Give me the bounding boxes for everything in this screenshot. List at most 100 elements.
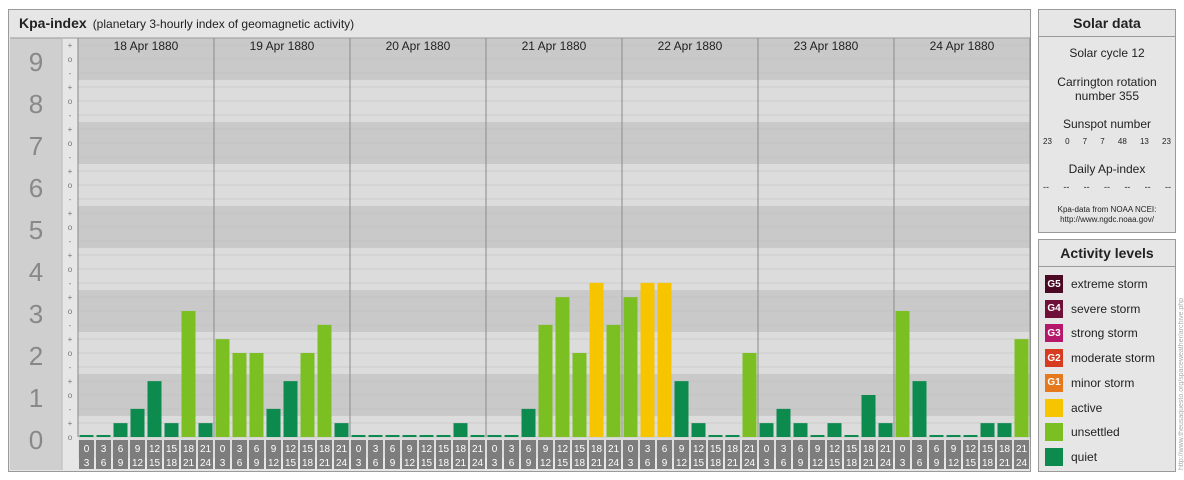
interval-start-label: 15 xyxy=(846,444,858,455)
ap-value: -- xyxy=(1063,182,1070,192)
interval-start-label: 0 xyxy=(356,444,362,455)
interval-start-label: 12 xyxy=(421,444,433,455)
kp-bar xyxy=(759,423,774,437)
interval-end-label: 3 xyxy=(356,458,362,469)
interval-end-label: 21 xyxy=(455,458,467,469)
credit-text: http://www.theusaquesto.org/spaceweather… xyxy=(1178,298,1184,470)
kp-bar xyxy=(266,408,281,437)
activity-swatch xyxy=(1045,398,1063,417)
interval-end-label: 15 xyxy=(965,458,977,469)
kp-bar xyxy=(827,423,842,437)
interval-start-label: 18 xyxy=(999,444,1011,455)
kp-bar xyxy=(317,324,332,437)
sunspot-label: Sunspot number xyxy=(1062,117,1152,131)
interval-start-label: 0 xyxy=(900,444,906,455)
activity-label: minor storm xyxy=(1071,375,1135,390)
minor-tick-mark: o xyxy=(68,181,73,190)
kp-bar xyxy=(912,381,927,437)
kp-bar xyxy=(232,353,247,437)
ap-value: -- xyxy=(1103,182,1110,192)
minor-tick-mark: o xyxy=(68,55,73,64)
kp-bar xyxy=(963,435,978,437)
interval-start-label: 9 xyxy=(815,444,821,455)
kp-bar xyxy=(674,381,689,437)
minor-tick-mark: - xyxy=(69,111,72,120)
interval-start-label: 0 xyxy=(492,444,498,455)
interval-end-label: 12 xyxy=(268,458,280,469)
interval-start-label: 9 xyxy=(951,444,957,455)
interval-end-label: 21 xyxy=(863,458,875,469)
activity-level-active: active xyxy=(1045,398,1102,418)
y-tick-label: 6 xyxy=(29,173,43,203)
interval-start-label: 6 xyxy=(662,444,668,455)
kp-bar xyxy=(861,395,876,437)
sunspot-value: 0 xyxy=(1065,137,1070,146)
interval-end-label: 6 xyxy=(101,458,107,469)
interval-start-label: 9 xyxy=(679,444,685,455)
interval-start-label: 15 xyxy=(166,444,178,455)
activity-level-extreme-storm: G5 extreme storm xyxy=(1045,274,1148,294)
kp-bar xyxy=(164,423,179,437)
kp-bar xyxy=(300,353,315,437)
interval-end-label: 6 xyxy=(645,458,651,469)
interval-start-label: 21 xyxy=(880,444,892,455)
kp-bar xyxy=(402,435,417,437)
kp-bar xyxy=(555,297,570,437)
minor-tick-mark: + xyxy=(68,377,73,386)
kp-bar xyxy=(980,423,995,437)
interval-end-label: 15 xyxy=(285,458,297,469)
kp-bar xyxy=(453,423,468,437)
kp-bar xyxy=(708,435,723,437)
interval-end-label: 12 xyxy=(676,458,688,469)
interval-end-label: 9 xyxy=(798,458,804,469)
interval-end-label: 15 xyxy=(829,458,841,469)
activity-level-quiet: quiet xyxy=(1045,447,1097,467)
day-label: 21 Apr 1880 xyxy=(522,39,587,53)
y-tick-label: 0 xyxy=(29,425,43,455)
interval-end-label: 12 xyxy=(812,458,824,469)
kp-bar xyxy=(878,423,893,437)
interval-end-label: 18 xyxy=(982,458,994,469)
interval-start-label: 12 xyxy=(829,444,841,455)
y-tick-label: 5 xyxy=(29,215,43,245)
kpa-chart-panel: 9 8 7 6 5 4 3 2 1 0 o + - o + - o + - o + - o + - o + - o + - o + - o + - o +1… xyxy=(8,9,1031,472)
minor-tick-mark: - xyxy=(69,69,72,78)
interval-start-label: 3 xyxy=(509,444,515,455)
interval-start-label: 15 xyxy=(982,444,994,455)
kp-bar xyxy=(793,423,808,437)
minor-tick-mark: o xyxy=(68,265,73,274)
kp-bar xyxy=(351,435,366,437)
interval-start-label: 21 xyxy=(336,444,348,455)
activity-swatch xyxy=(1045,447,1063,466)
minor-tick-mark: + xyxy=(68,83,73,92)
interval-end-label: 18 xyxy=(574,458,586,469)
kp-bar xyxy=(181,311,196,437)
interval-end-label: 24 xyxy=(608,458,620,469)
interval-start-label: 15 xyxy=(438,444,450,455)
interval-start-label: 21 xyxy=(608,444,620,455)
kpa-chart: 9876543210 o+-o+-o+-o+-o+-o+-o+-o+-o+-o+ 1… xyxy=(10,37,1031,470)
activity-swatch: G1 xyxy=(1045,373,1063,392)
kp-bar xyxy=(776,408,791,437)
sunspot-values: 23 0 7 7 48 13 23 xyxy=(1043,137,1171,146)
interval-start-label: 9 xyxy=(135,444,141,455)
kp-bar xyxy=(572,353,587,437)
minor-tick-mark: o xyxy=(68,139,73,148)
y-tick-label: 8 xyxy=(29,89,43,119)
interval-start-label: 6 xyxy=(526,444,532,455)
interval-end-label: 24 xyxy=(744,458,756,469)
minor-tick-mark: + xyxy=(68,251,73,260)
minor-tick-mark: o xyxy=(68,433,73,442)
ap-value: -- xyxy=(1164,182,1171,192)
interval-start-label: 9 xyxy=(407,444,413,455)
kp-bar xyxy=(79,435,94,437)
interval-end-label: 21 xyxy=(319,458,331,469)
minor-tick-mark: - xyxy=(69,321,72,330)
kp-bar xyxy=(606,324,621,437)
interval-start-label: 21 xyxy=(744,444,756,455)
interval-start-label: 0 xyxy=(628,444,634,455)
kp-bar xyxy=(589,282,604,437)
kp-bar xyxy=(334,423,349,437)
ap-value: -- xyxy=(1083,182,1090,192)
kp-bar xyxy=(368,435,383,437)
